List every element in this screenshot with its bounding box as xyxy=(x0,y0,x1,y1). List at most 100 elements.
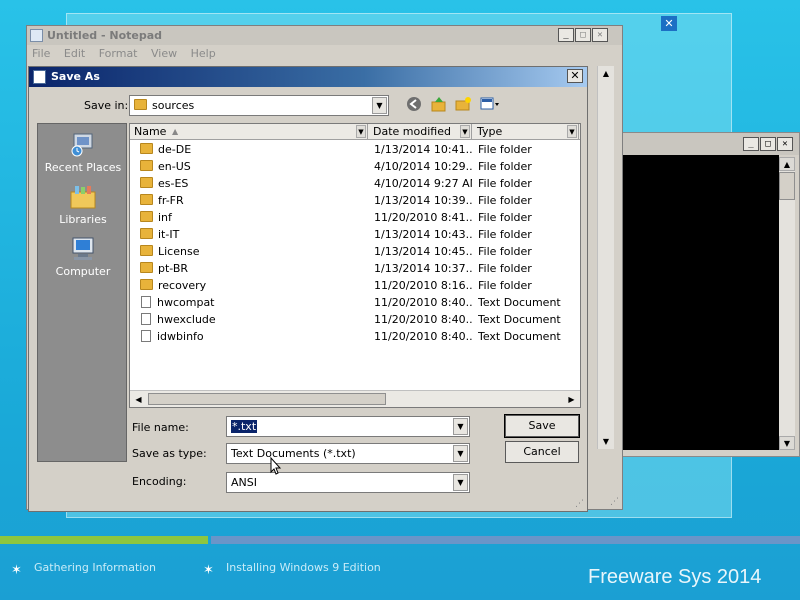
column-date-label: Date modified xyxy=(373,125,451,138)
chevron-down-icon[interactable]: ▼ xyxy=(453,474,468,491)
chevron-down-icon[interactable]: ▼ xyxy=(460,125,470,138)
date-modified-cell: 11/20/2010 8:16... xyxy=(374,279,472,292)
scroll-down-icon[interactable]: ▼ xyxy=(779,436,795,450)
chevron-down-icon[interactable]: ▼ xyxy=(372,97,387,114)
menu-edit[interactable]: Edit xyxy=(64,47,85,60)
file-name-field[interactable]: *.txt ▼ xyxy=(226,416,470,437)
scroll-right-icon[interactable]: ▶ xyxy=(565,393,578,406)
file-list[interactable]: Name ▲ ▼ Date modified ▼ Type ▼ de-DE 1/1… xyxy=(129,123,581,408)
column-type[interactable]: Type ▼ xyxy=(473,124,579,140)
date-modified-cell: 11/20/2010 8:40... xyxy=(374,330,472,343)
place-label: Recent Places xyxy=(44,161,122,174)
horizontal-scrollbar[interactable]: ◀ ▶ xyxy=(130,390,580,407)
menu-help[interactable]: Help xyxy=(191,47,216,60)
column-type-label: Type xyxy=(477,125,503,138)
text-document-icon xyxy=(141,296,151,308)
type-cell: File folder xyxy=(478,279,532,292)
table-row[interactable]: recovery 11/20/2010 8:16... File folder xyxy=(130,277,580,294)
table-row[interactable]: it-IT 1/13/2014 10:43... File folder xyxy=(130,226,580,243)
type-cell: File folder xyxy=(478,160,532,173)
column-date-modified[interactable]: Date modified ▼ xyxy=(369,124,472,140)
file-name-cell: idwbinfo xyxy=(140,328,366,345)
close-icon[interactable]: ✕ xyxy=(567,69,583,83)
dialog-toolbar xyxy=(405,96,504,115)
scroll-thumb[interactable] xyxy=(148,393,386,405)
scroll-thumb[interactable] xyxy=(779,172,795,200)
folder-icon xyxy=(140,194,153,205)
menu-view[interactable]: View xyxy=(151,47,177,60)
step-star-icon: ✶ xyxy=(203,563,214,578)
up-folder-icon[interactable] xyxy=(430,96,448,114)
minimize-icon[interactable]: _ xyxy=(743,137,759,151)
folder-icon xyxy=(140,177,153,188)
type-cell: File folder xyxy=(478,211,532,224)
resize-grip-icon[interactable]: ⋰ xyxy=(610,497,620,507)
date-modified-cell: 4/10/2014 9:27 AM xyxy=(374,177,472,190)
scroll-up-icon[interactable]: ▲ xyxy=(598,66,614,81)
table-row[interactable]: es-ES 4/10/2014 9:27 AM File folder xyxy=(130,175,580,192)
folder-icon xyxy=(134,99,147,110)
notepad-icon xyxy=(30,29,43,42)
place-computer[interactable]: Computer xyxy=(38,236,128,278)
scroll-left-icon[interactable]: ◀ xyxy=(132,393,145,406)
save-in-combo[interactable]: sources ▼ xyxy=(129,95,389,116)
menu-format[interactable]: Format xyxy=(99,47,138,60)
table-row[interactable]: inf 11/20/2010 8:41... File folder xyxy=(130,209,580,226)
table-row[interactable]: de-DE 1/13/2014 10:41... File folder xyxy=(130,141,580,158)
menu-file[interactable]: File xyxy=(32,47,50,60)
chevron-down-icon[interactable]: ▼ xyxy=(453,418,468,435)
chevron-down-icon[interactable]: ▼ xyxy=(356,125,366,138)
table-row[interactable]: en-US 4/10/2014 10:29... File folder xyxy=(130,158,580,175)
back-arrow-icon[interactable] xyxy=(405,96,423,114)
table-row[interactable]: fr-FR 1/13/2014 10:39... File folder xyxy=(130,192,580,209)
place-recent-places[interactable]: Recent Places xyxy=(38,132,128,174)
minimize-icon[interactable]: _ xyxy=(558,28,574,42)
file-name-text: idwbinfo xyxy=(157,330,204,343)
file-name-text: pt-BR xyxy=(158,262,189,275)
save-in-value: sources xyxy=(152,99,195,112)
close-icon[interactable]: ✕ xyxy=(777,137,793,151)
cancel-button[interactable]: Cancel xyxy=(505,441,579,463)
file-name-text: es-ES xyxy=(158,177,189,190)
type-cell: File folder xyxy=(478,228,532,241)
file-name-cell: it-IT xyxy=(140,226,366,243)
computer-icon xyxy=(72,237,94,260)
maximize-icon[interactable]: □ xyxy=(575,28,591,42)
file-name-text: recovery xyxy=(158,279,207,292)
save-as-dialog: Save As ✕ Save in: sources ▼ Recent Plac… xyxy=(28,66,588,512)
chevron-down-icon[interactable]: ▼ xyxy=(453,445,468,462)
encoding-select[interactable]: ANSI ▼ xyxy=(226,472,470,493)
save-as-type-select[interactable]: Text Documents (*.txt) ▼ xyxy=(226,443,470,464)
file-name-cell: hwexclude xyxy=(140,311,366,328)
save-button[interactable]: Save xyxy=(504,414,580,438)
save-as-type-value: Text Documents (*.txt) xyxy=(231,447,356,460)
column-name[interactable]: Name ▲ ▼ xyxy=(130,124,368,140)
chevron-down-icon[interactable]: ▼ xyxy=(567,125,577,138)
maximize-icon[interactable]: □ xyxy=(760,137,776,151)
scroll-down-icon[interactable]: ▼ xyxy=(598,434,614,449)
file-name-cell: pt-BR xyxy=(140,260,366,277)
notepad-scrollbar[interactable]: ▲ ▼ xyxy=(597,66,614,449)
file-name-cell: de-DE xyxy=(140,141,366,158)
text-document-icon xyxy=(141,330,151,342)
recent-places-icon xyxy=(71,133,93,157)
table-row[interactable]: hwcompat 11/20/2010 8:40... Text Document xyxy=(130,294,580,311)
file-name-text: fr-FR xyxy=(158,194,184,207)
table-row[interactable]: idwbinfo 11/20/2010 8:40... Text Document xyxy=(130,328,580,345)
console-scrollbar[interactable]: ▲ ▼ xyxy=(779,157,795,450)
file-name-text: de-DE xyxy=(158,143,192,156)
table-row[interactable]: pt-BR 1/13/2014 10:37... File folder xyxy=(130,260,580,277)
type-cell: File folder xyxy=(478,177,532,190)
table-row[interactable]: hwexclude 11/20/2010 8:40... Text Document xyxy=(130,311,580,328)
new-folder-icon[interactable] xyxy=(454,96,472,114)
resize-grip-icon[interactable]: ⋰ xyxy=(575,499,585,509)
console-screen[interactable] xyxy=(611,155,779,450)
scroll-up-icon[interactable]: ▲ xyxy=(779,157,795,171)
table-row[interactable]: License 1/13/2014 10:45... File folder xyxy=(130,243,580,260)
notepad-icon xyxy=(33,70,46,84)
place-libraries[interactable]: Libraries xyxy=(38,184,128,226)
views-menu-icon[interactable] xyxy=(479,96,501,114)
folder-icon xyxy=(140,228,153,239)
close-icon[interactable]: ✕ xyxy=(592,28,608,42)
close-icon[interactable]: ✕ xyxy=(661,16,677,31)
